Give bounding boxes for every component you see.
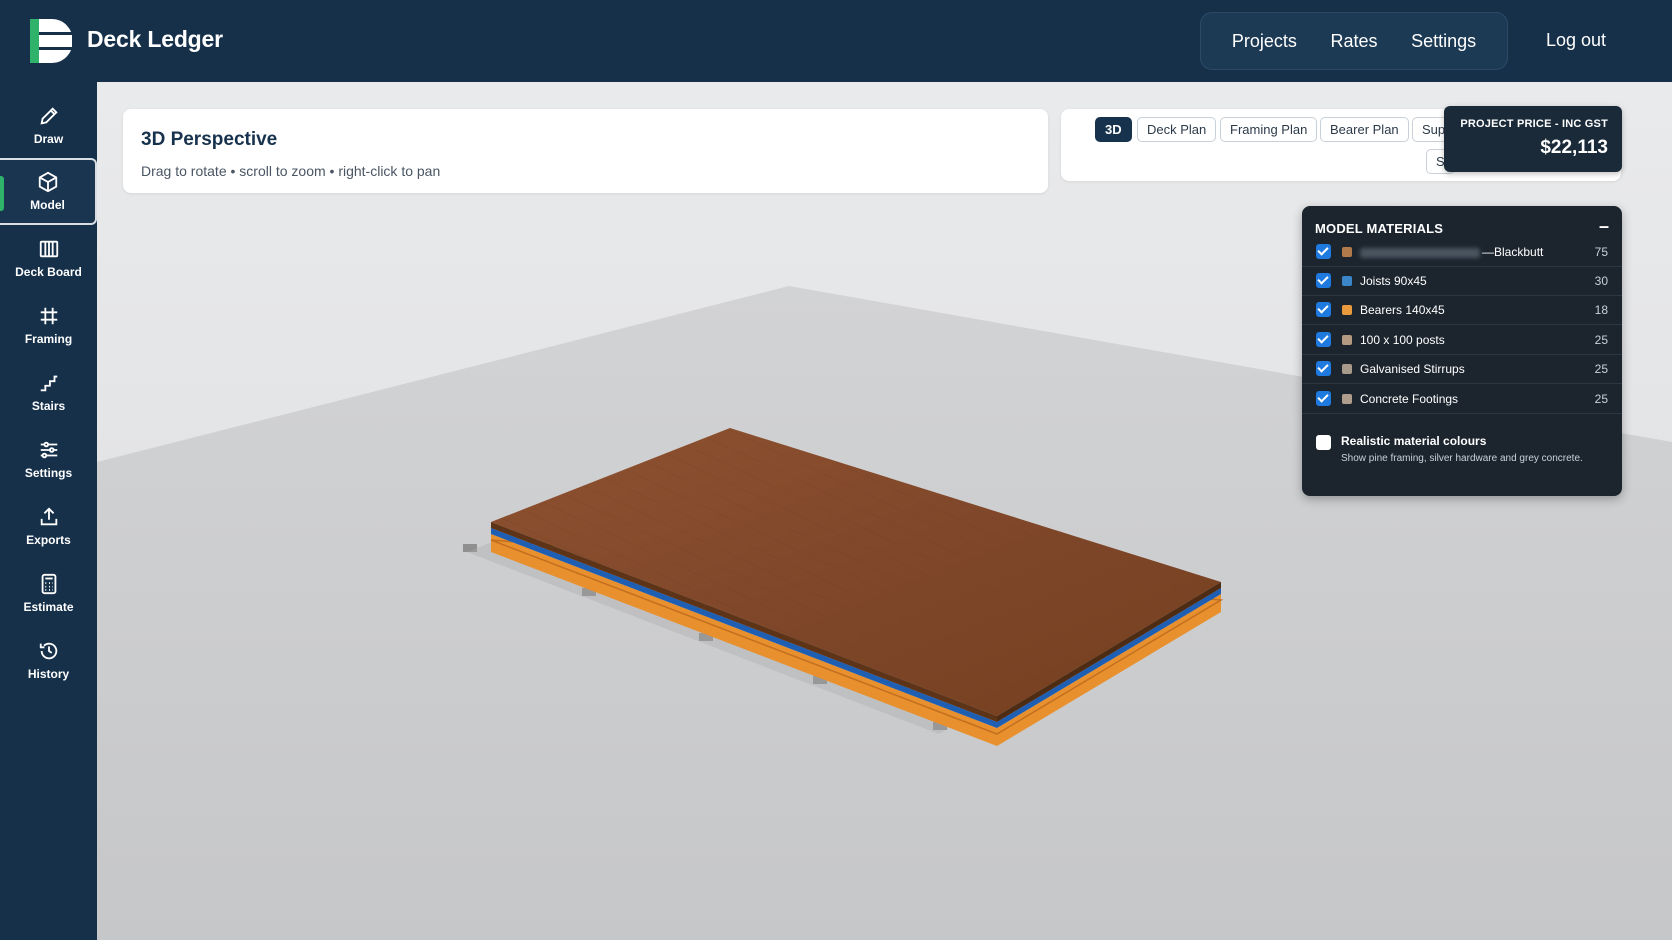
material-qty: 25	[1594, 333, 1608, 347]
sidebar-item-label: Model	[30, 198, 65, 212]
sidebar-item-label: Deck Board	[15, 265, 82, 279]
material-checkbox[interactable]	[1316, 332, 1331, 347]
material-qty: 25	[1594, 392, 1608, 406]
material-checkbox[interactable]	[1316, 361, 1331, 376]
deck-board-icon	[39, 240, 58, 258]
sidebar-item-framing[interactable]: Framing	[0, 292, 97, 359]
material-checkbox[interactable]	[1316, 273, 1331, 288]
material-name: 100 x 100 posts	[1360, 333, 1445, 347]
sidebar-item-settings[interactable]: Settings	[0, 426, 97, 493]
deck-ledger-logo[interactable]	[30, 19, 72, 63]
material-swatch	[1342, 276, 1352, 286]
nav-settings[interactable]: Settings	[1411, 31, 1476, 52]
price-value: $22,113	[1540, 137, 1608, 158]
tab-deck-plan[interactable]: Deck Plan	[1137, 117, 1217, 142]
history-icon	[39, 642, 57, 660]
material-name: Concrete Footings	[1360, 392, 1459, 406]
material-checkbox[interactable]	[1316, 391, 1331, 406]
sidebar-item-label: Exports	[26, 533, 71, 547]
sidebar-item-model[interactable]: Model	[0, 158, 97, 225]
material-name: Bearers 140x45	[1360, 303, 1445, 317]
grid-icon	[40, 307, 57, 325]
material-checkbox[interactable]	[1316, 244, 1331, 259]
sidebar-item-label: History	[27, 667, 70, 681]
materials-title: MODEL MATERIALS	[1315, 221, 1444, 236]
material-row: Concrete Footings 25	[1302, 385, 1622, 414]
material-qty: 25	[1594, 362, 1608, 376]
sidebar-item-label: Stairs	[31, 399, 66, 413]
pencil-icon	[39, 107, 58, 125]
view-hint: Drag to rotate • scroll to zoom • right-…	[141, 163, 441, 179]
calculator-icon	[41, 573, 56, 595]
top-nav: Projects Rates Settings	[1200, 12, 1508, 70]
logout-link[interactable]: Log out	[1546, 30, 1606, 51]
material-swatch	[1342, 364, 1352, 374]
material-swatch	[1342, 247, 1352, 257]
upload-icon	[40, 507, 57, 526]
material-row: Galvanised Stirrups 25	[1302, 355, 1622, 384]
view-title-card: 3D Perspective Drag to rotate • scroll t…	[123, 109, 1048, 193]
cube-icon	[38, 171, 57, 193]
sidebar-item-label: Framing	[24, 332, 73, 346]
tab-bearer-plan[interactable]: Bearer Plan	[1320, 117, 1409, 142]
sidebar-item-label: Draw	[33, 132, 64, 146]
sidebar: Draw Model Deck Board Framing Stairs Set…	[0, 82, 97, 940]
material-swatch	[1342, 305, 1352, 315]
collapse-button[interactable]: –	[1599, 216, 1609, 237]
material-swatch	[1342, 394, 1352, 404]
price-label: PROJECT PRICE - INC GST	[1460, 118, 1608, 130]
material-row: Joists 90x45 30	[1302, 267, 1622, 296]
material-row: Bearers 140x45 18	[1302, 296, 1622, 325]
realistic-colours-label: Realistic material colours	[1341, 434, 1487, 448]
model-materials-panel: MODEL MATERIALS – —Blackbutt 75 Joists 9…	[1302, 206, 1622, 496]
sidebar-item-label: Settings	[24, 466, 73, 480]
redacted-text	[1360, 247, 1480, 258]
material-checkbox[interactable]	[1316, 302, 1331, 317]
material-name: Galvanised Stirrups	[1360, 362, 1465, 376]
app-title: Deck Ledger	[87, 26, 223, 52]
material-qty: 30	[1594, 274, 1608, 288]
sidebar-item-stairs[interactable]: Stairs	[0, 359, 97, 426]
sidebar-item-draw[interactable]: Draw	[0, 92, 97, 159]
sidebar-item-exports[interactable]: Exports	[0, 493, 97, 560]
material-swatch	[1342, 335, 1352, 345]
stairs-icon	[40, 375, 57, 392]
sidebar-item-deck-board[interactable]: Deck Board	[0, 225, 97, 292]
top-bar: Deck Ledger Projects Rates Settings Log …	[0, 0, 1672, 82]
material-name: Joists 90x45	[1360, 274, 1427, 288]
material-qty: 18	[1594, 303, 1608, 317]
nav-projects[interactable]: Projects	[1232, 31, 1297, 52]
nav-rates[interactable]: Rates	[1330, 31, 1377, 52]
realistic-colours-description: Show pine framing, silver hardware and g…	[1341, 453, 1583, 464]
material-row: 100 x 100 posts 25	[1302, 326, 1622, 355]
tab-3d[interactable]: 3D	[1095, 117, 1132, 142]
tab-framing-plan[interactable]: Framing Plan	[1220, 117, 1318, 142]
material-qty: 75	[1594, 245, 1608, 259]
material-row: —Blackbutt 75	[1302, 238, 1622, 267]
sidebar-item-label: Estimate	[23, 600, 74, 614]
sliders-icon	[40, 441, 57, 459]
view-title: 3D Perspective	[141, 129, 278, 150]
realistic-colours-checkbox[interactable]	[1316, 435, 1331, 450]
material-name: —Blackbutt	[1360, 245, 1543, 259]
sidebar-item-history[interactable]: History	[0, 627, 97, 694]
project-price-card: PROJECT PRICE - INC GST $22,113	[1444, 106, 1622, 172]
sidebar-item-estimate[interactable]: Estimate	[0, 560, 97, 627]
